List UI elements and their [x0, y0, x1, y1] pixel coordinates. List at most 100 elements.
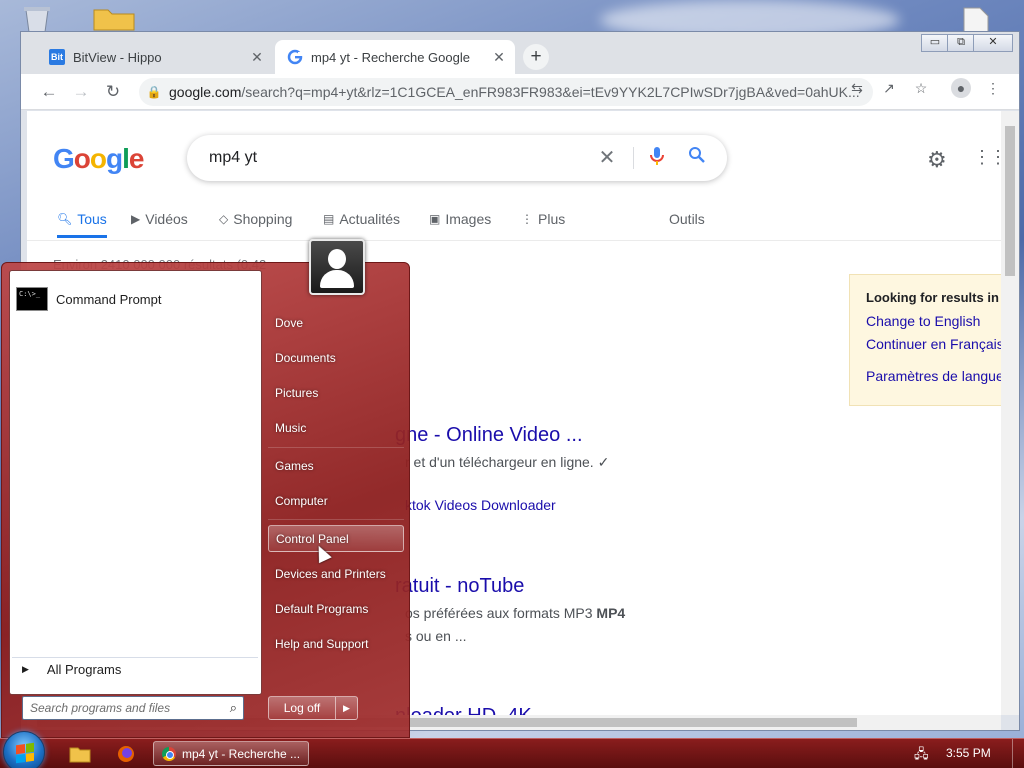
lock-icon: 🔒: [146, 85, 162, 99]
clock[interactable]: 3:55 PM: [946, 746, 991, 760]
snippet-text: os préférées aux formats MP3: [405, 605, 597, 621]
address-bar[interactable]: 🔒 google.com/search?q=mp4+yt&rlz=1C1GCEA…: [139, 78, 873, 106]
tag-icon: ◇: [219, 212, 229, 226]
start-button[interactable]: [3, 731, 45, 768]
url-path: /search?q=mp4+yt&rlz=1C1GCEA_enFR983FR98…: [241, 84, 860, 100]
result-title-3[interactable]: nloader HD, 4K: [395, 705, 532, 715]
language-settings-link[interactable]: Paramètres de langue: [866, 368, 1001, 384]
firefox-pin[interactable]: [106, 741, 146, 767]
result-snippet-2: os préférées aux formats MP3 MP4: [405, 605, 625, 621]
microphone-icon[interactable]: [645, 146, 669, 170]
search-icon[interactable]: [685, 146, 709, 170]
folder-icon: [69, 747, 91, 763]
start-item-help-support[interactable]: Help and Support: [268, 631, 404, 658]
close-button[interactable]: ✕: [973, 34, 1013, 52]
taskbar: mp4 yt - Recherche ... 🖧 3:55 PM: [0, 731, 1024, 768]
search-query: mp4 yt: [209, 149, 258, 166]
result-title-2[interactable]: ratuit - noTube: [395, 575, 524, 598]
program-command-prompt[interactable]: C:\>_ Command Prompt: [14, 281, 258, 317]
share-icon[interactable]: ↗: [879, 78, 899, 98]
task-label: mp4 yt - Recherche ...: [182, 746, 301, 761]
new-tab-button[interactable]: +: [523, 44, 549, 70]
result-title-1[interactable]: gne - Online Video ...: [395, 424, 583, 447]
start-menu-programs-pane: C:\>_ Command Prompt ▶ All Programs: [9, 270, 262, 695]
search-placeholder: Search programs and files: [30, 701, 171, 715]
tab-videos[interactable]: ▶ Vidéos: [131, 211, 188, 227]
network-icon[interactable]: 🖧: [914, 745, 932, 761]
explorer-pin[interactable]: [60, 741, 100, 767]
tab-label: Images: [445, 211, 492, 227]
start-search-input[interactable]: Search programs and files ⌕: [22, 696, 244, 720]
recycle-bin-icon[interactable]: [20, 4, 54, 34]
tab-close-icon[interactable]: ✕: [489, 49, 509, 66]
start-item-documents[interactable]: Documents: [268, 345, 404, 372]
tab-label: Shopping: [233, 211, 293, 227]
start-item-computer[interactable]: Computer: [268, 488, 404, 515]
settings-gear-icon[interactable]: ⚙: [927, 147, 947, 173]
bitview-icon: Bit: [49, 49, 65, 65]
firefox-icon: [118, 746, 134, 762]
tab-images[interactable]: ▣ Images: [429, 211, 491, 227]
show-desktop-button[interactable]: [1012, 739, 1024, 768]
profile-icon[interactable]: ●: [951, 78, 971, 98]
tab-google-search[interactable]: mp4 yt - Recherche Google ✕: [275, 40, 515, 74]
tab-close-icon[interactable]: ✕: [247, 49, 267, 66]
start-item-control-panel[interactable]: Control Panel: [268, 525, 404, 552]
start-menu: C:\>_ Command Prompt ▶ All Programs Sear…: [1, 239, 410, 738]
start-item-music[interactable]: Music: [268, 415, 404, 442]
result-sublink-1[interactable]: ktok Videos Downloader: [405, 497, 556, 513]
news-icon: ▤: [323, 212, 335, 226]
tab-label: Tous: [77, 211, 107, 227]
image-icon: ▣: [429, 212, 441, 226]
all-programs-button[interactable]: ▶ All Programs: [12, 657, 258, 681]
back-icon[interactable]: ←: [37, 80, 61, 104]
snippet-bold: MP4: [596, 605, 626, 621]
apps-grid-icon[interactable]: ⋮⋮⋮: [973, 147, 1001, 168]
change-to-english-link[interactable]: Change to English: [866, 313, 1001, 329]
lang-box-heading: Looking for results in: [866, 290, 999, 305]
search-input[interactable]: mp4 yt ✕: [187, 135, 727, 181]
tab-tous[interactable]: 🔍︎ Tous: [57, 211, 107, 238]
url-domain: google.com: [169, 84, 242, 100]
search-icon: 🔍︎: [57, 212, 73, 226]
user-avatar[interactable]: [309, 239, 365, 295]
start-item-default-programs[interactable]: Default Programs: [268, 596, 404, 623]
search-icon[interactable]: ⌕: [230, 700, 237, 716]
language-suggestion-box: Looking for results in Change to English…: [849, 274, 1001, 406]
tab-title: BitView - Hippo: [73, 49, 162, 65]
video-icon: ▶: [131, 212, 141, 226]
chrome-icon: [162, 746, 176, 761]
forward-icon[interactable]: →: [69, 80, 93, 104]
clear-icon[interactable]: ✕: [595, 146, 619, 170]
menu-kebab-icon[interactable]: ⋮: [983, 78, 1003, 98]
scroll-thumb[interactable]: [1005, 126, 1015, 276]
windows-logo-icon: [16, 742, 34, 764]
tab-strip: Bit BitView - Hippo ✕ mp4 yt - Recherche…: [21, 32, 1019, 74]
tab-shopping[interactable]: ◇ Shopping: [219, 211, 292, 227]
restore-button[interactable]: ⧉: [947, 34, 975, 52]
bookmark-star-icon[interactable]: ☆: [911, 78, 931, 98]
start-item-dove[interactable]: Dove: [268, 310, 404, 337]
shutdown-options-arrow-icon[interactable]: ▶: [336, 696, 358, 720]
start-item-games[interactable]: Games: [268, 453, 404, 480]
tools-button[interactable]: Outils: [669, 211, 705, 227]
log-off-button[interactable]: Log off: [268, 696, 336, 720]
continuer-en-francais-link[interactable]: Continuer en Français: [866, 336, 1001, 352]
start-item-devices-printers[interactable]: Devices and Printers: [268, 561, 404, 588]
google-logo[interactable]: Google: [53, 143, 144, 175]
reload-icon[interactable]: ↻: [101, 80, 125, 104]
google-g-icon: [287, 49, 303, 65]
folder-icon[interactable]: [90, 2, 135, 32]
translate-icon[interactable]: ⇆: [847, 78, 867, 98]
tab-label: Actualités: [339, 211, 401, 227]
vertical-scrollbar[interactable]: [1001, 111, 1019, 715]
tab-plus[interactable]: ⋮ Plus: [521, 211, 565, 227]
all-programs-label: All Programs: [46, 662, 122, 677]
taskbar-item-chrome[interactable]: mp4 yt - Recherche ...: [153, 741, 309, 766]
command-prompt-icon: C:\>_: [16, 287, 48, 311]
start-item-pictures[interactable]: Pictures: [268, 380, 404, 407]
tab-actualites[interactable]: ▤ Actualités: [323, 211, 400, 227]
tab-bitview[interactable]: Bit BitView - Hippo ✕: [37, 40, 273, 74]
tab-label: Vidéos: [145, 211, 188, 227]
minimize-button[interactable]: ▭: [921, 34, 949, 52]
